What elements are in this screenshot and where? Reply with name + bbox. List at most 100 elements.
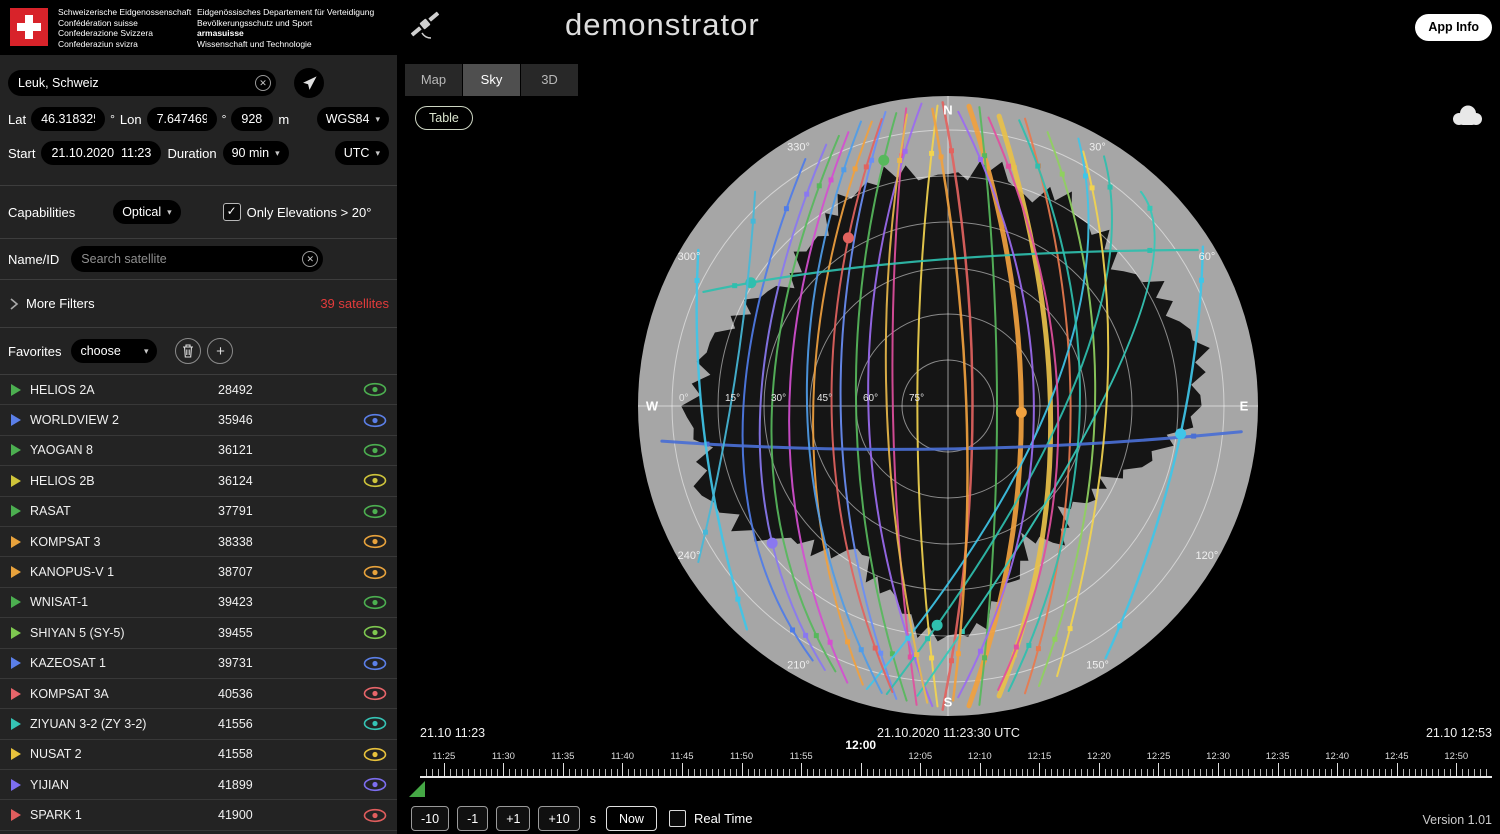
clear-location-icon[interactable]: ✕	[255, 75, 271, 91]
org-line-armasuisse: armasuisse	[197, 28, 374, 39]
timeline-tick	[1421, 769, 1422, 776]
satellite-position-dot[interactable]	[843, 232, 854, 243]
sky-plot[interactable]: NESW30°60°120°150°210°240°300°330°0°15°3…	[397, 96, 1500, 720]
realtime-checkbox[interactable]	[669, 810, 686, 827]
duration-dropdown[interactable]: 90 min ▾	[223, 141, 289, 165]
satellite-row[interactable]: YAOGAN 836121	[0, 436, 397, 466]
timeline-tick-label: 12:40	[1325, 751, 1349, 762]
satellite-play-icon[interactable]	[10, 413, 22, 427]
satellite-play-icon[interactable]	[10, 504, 22, 518]
visibility-eye-icon[interactable]	[363, 413, 387, 428]
timeline-tick	[1045, 769, 1046, 776]
satellite-play-icon[interactable]	[10, 808, 22, 822]
chevron-right-icon[interactable]	[8, 296, 20, 312]
satellite-row[interactable]: ZIYUAN 3-2 (ZY 3-2)41556	[0, 709, 397, 739]
satellite-row[interactable]: HELIOS 2A28492	[0, 375, 397, 405]
capabilities-dropdown[interactable]: Optical ▾	[113, 200, 180, 224]
timeline-tick	[754, 769, 755, 776]
timeline-tick	[724, 769, 725, 776]
table-button[interactable]: Table	[415, 106, 473, 130]
satellite-row[interactable]: RASAT37791	[0, 497, 397, 527]
satellite-row[interactable]: SHIYAN 5 (SY-5)39455	[0, 618, 397, 648]
satellite-play-icon[interactable]	[10, 443, 22, 457]
satellite-position-dot[interactable]	[767, 538, 778, 549]
satellite-row[interactable]: WORLDVIEW 235946	[0, 405, 397, 435]
satellite-play-icon[interactable]	[10, 474, 22, 488]
tab-sky[interactable]: Sky	[463, 64, 520, 96]
satellite-position-dot[interactable]	[932, 620, 943, 631]
satellite-search-input[interactable]	[71, 246, 323, 272]
tab-3d[interactable]: 3D	[521, 64, 578, 96]
visibility-eye-icon[interactable]	[363, 382, 387, 397]
elevation-filter-checkbox[interactable]: ✓	[223, 203, 241, 221]
satellite-id: 40536	[218, 687, 253, 701]
satellite-play-icon[interactable]	[10, 383, 22, 397]
satellite-row[interactable]: HELIOS 2B36124	[0, 466, 397, 496]
satellite-play-icon[interactable]	[10, 626, 22, 640]
visibility-eye-icon[interactable]	[363, 534, 387, 549]
azimuth-label: 300°	[678, 251, 701, 263]
visibility-eye-icon[interactable]	[363, 747, 387, 762]
satellite-play-icon[interactable]	[10, 656, 22, 670]
timeline-playhead[interactable]	[409, 781, 425, 797]
lon-input[interactable]	[147, 107, 217, 131]
satellite-row[interactable]: WNISAT-139423	[0, 588, 397, 618]
visibility-eye-icon[interactable]	[363, 565, 387, 580]
cloud-icon[interactable]	[1450, 104, 1484, 126]
satellite-row[interactable]: KANOPUS-V 138707	[0, 557, 397, 587]
visibility-eye-icon[interactable]	[363, 595, 387, 610]
timeline-tick	[890, 769, 891, 776]
satellite-play-icon[interactable]	[10, 535, 22, 549]
start-time-input[interactable]	[41, 141, 161, 165]
locate-button[interactable]	[294, 68, 324, 98]
favorites-dropdown[interactable]: choose ▾	[71, 339, 157, 363]
step-plus-1-button[interactable]: +1	[496, 806, 530, 831]
satellite-play-icon[interactable]	[10, 565, 22, 579]
visibility-eye-icon[interactable]	[363, 808, 387, 823]
datum-dropdown[interactable]: WGS84 ▾	[317, 107, 389, 131]
now-button[interactable]: Now	[606, 806, 657, 831]
clear-search-icon[interactable]: ✕	[302, 251, 318, 267]
satellite-play-icon[interactable]	[10, 687, 22, 701]
delete-favorites-button[interactable]	[175, 338, 201, 364]
timeline-tick	[509, 769, 510, 776]
lat-input[interactable]	[31, 107, 105, 131]
step-minus-10-button[interactable]: -10	[411, 806, 449, 831]
add-favorite-button[interactable]: +	[207, 338, 233, 364]
tab-map[interactable]: Map	[405, 64, 462, 96]
timezone-dropdown[interactable]: UTC ▾	[335, 141, 389, 165]
timeline-tick	[914, 769, 915, 776]
visibility-eye-icon[interactable]	[363, 625, 387, 640]
timeline-ruler[interactable]: 11:2511:3011:3511:4011:4511:5011:5512:00…	[420, 742, 1492, 778]
satellite-play-icon[interactable]	[10, 778, 22, 792]
timeline-tick	[1147, 769, 1148, 776]
satellite-position-dot[interactable]	[1016, 407, 1027, 418]
visibility-eye-icon[interactable]	[363, 504, 387, 519]
visibility-eye-icon[interactable]	[363, 716, 387, 731]
satellite-position-dot[interactable]	[878, 155, 889, 166]
location-input[interactable]	[8, 70, 276, 96]
satellite-row[interactable]: KOMPSAT 338338	[0, 527, 397, 557]
satellite-position-dot[interactable]	[1175, 428, 1186, 439]
altitude-input[interactable]	[231, 107, 273, 131]
satellite-row[interactable]: SPARK 141900	[0, 800, 397, 830]
visibility-eye-icon[interactable]	[363, 656, 387, 671]
satellite-play-icon[interactable]	[10, 717, 22, 731]
more-filters-label[interactable]: More Filters	[26, 296, 95, 311]
satellite-row[interactable]: YIJIAN41899	[0, 770, 397, 800]
satellite-row[interactable]: NUSAT 241558	[0, 740, 397, 770]
visibility-eye-icon[interactable]	[363, 443, 387, 458]
step-plus-10-button[interactable]: +10	[538, 806, 579, 831]
timeline-tick	[974, 769, 975, 776]
app-info-button[interactable]: App Info	[1415, 14, 1492, 41]
timeline-tick	[902, 769, 903, 776]
satellite-row[interactable]: KOMPSAT 3A40536	[0, 679, 397, 709]
visibility-eye-icon[interactable]	[363, 777, 387, 792]
satellite-row[interactable]: KAZEOSAT 139731	[0, 649, 397, 679]
satellite-play-icon[interactable]	[10, 595, 22, 609]
visibility-eye-icon[interactable]	[363, 686, 387, 701]
timeline-tick	[1027, 769, 1028, 776]
satellite-play-icon[interactable]	[10, 747, 22, 761]
visibility-eye-icon[interactable]	[363, 473, 387, 488]
step-minus-1-button[interactable]: -1	[457, 806, 488, 831]
